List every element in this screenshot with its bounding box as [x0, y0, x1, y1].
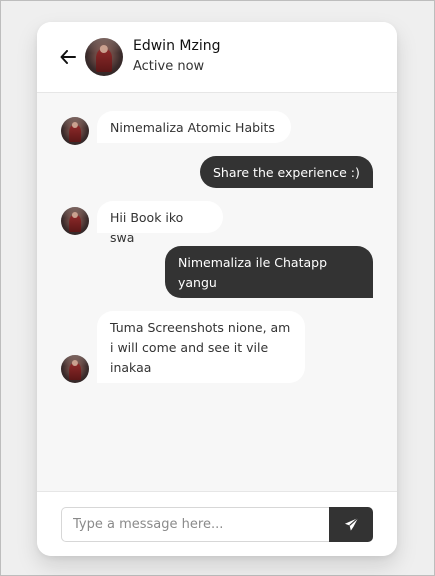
- contact-avatar[interactable]: [85, 38, 123, 76]
- send-button[interactable]: [329, 507, 373, 542]
- chat-header: Edwin Mzing Active now: [37, 22, 397, 93]
- message-input[interactable]: [61, 507, 329, 542]
- message-avatar: [61, 207, 89, 235]
- outgoing-message: Nimemaliza ile Chatapp yangu: [165, 246, 373, 298]
- message-avatar: [61, 355, 89, 383]
- arrow-left-icon: [60, 50, 76, 64]
- back-button[interactable]: [57, 46, 79, 68]
- contact-status: Active now: [133, 59, 205, 74]
- contact-name: Edwin Mzing: [133, 38, 221, 54]
- paper-plane-icon: [344, 517, 358, 531]
- incoming-message: Hii Book iko swa: [97, 201, 223, 245]
- outgoing-message: Share the experience :): [200, 156, 373, 188]
- message-avatar: [61, 117, 89, 145]
- message-composer: [37, 491, 397, 556]
- incoming-message: Nimemaliza Atomic Habits: [97, 111, 291, 143]
- chat-panel: Edwin Mzing Active now Nimemaliza Atomic…: [37, 22, 397, 556]
- incoming-message: Tuma Screenshots nione, am i will come a…: [97, 311, 305, 383]
